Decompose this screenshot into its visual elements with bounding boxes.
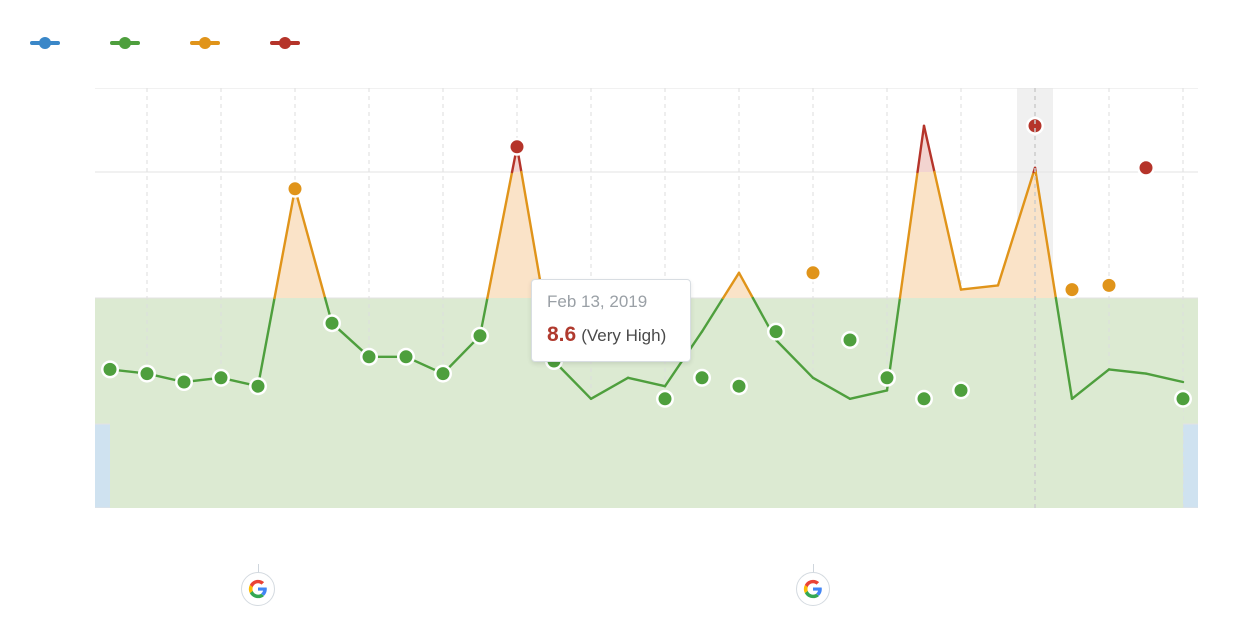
data-point[interactable] [1139,161,1153,175]
data-point[interactable] [1065,283,1079,297]
data-point[interactable] [103,362,117,376]
data-point[interactable] [1102,278,1116,292]
data-point[interactable] [769,325,783,339]
legend-marker-icon [110,35,140,51]
data-point[interactable] [917,392,931,406]
data-point[interactable] [362,350,376,364]
data-point[interactable] [843,333,857,347]
data-point[interactable] [1176,392,1190,406]
data-point-tooltip: Feb 13, 2019 8.6 (Very High) [531,279,691,362]
google-logo-icon [248,579,267,599]
data-point[interactable] [177,375,191,389]
legend-marker-icon [190,35,220,51]
legend-marker-icon [30,35,60,51]
google-update-icon[interactable] [796,572,830,606]
y-axis-band-labels [44,88,84,508]
data-point[interactable] [880,371,894,385]
data-point[interactable] [473,329,487,343]
data-point[interactable] [325,316,339,330]
data-point[interactable] [399,350,413,364]
y-band-label-low [44,424,84,508]
data-point[interactable] [510,140,524,154]
tooltip-value: 8.6 [547,323,577,346]
data-point[interactable] [436,367,450,381]
legend-item-normal[interactable] [110,35,150,51]
tooltip-level: (Very High) [581,326,667,345]
legend-item-very-high[interactable] [270,35,310,51]
x-axis-ticks [95,508,1198,564]
data-point[interactable] [251,379,265,393]
data-point[interactable] [658,392,672,406]
data-point[interactable] [288,182,302,196]
y-band-label-normal [44,298,84,424]
google-update-icon[interactable] [241,572,275,606]
data-point[interactable] [695,371,709,385]
chart-legend [30,26,350,60]
data-point[interactable] [954,383,968,397]
data-point[interactable] [806,266,820,280]
data-point[interactable] [214,371,228,385]
y-band-label-high [44,172,84,298]
legend-item-high[interactable] [190,35,230,51]
sensor-chart-widget: Feb 13, 2019 8.6 (Very High) [0,0,1250,622]
y-band-label-very-high [44,88,84,172]
tooltip-value-row: 8.6 (Very High) [547,323,675,347]
legend-item-low[interactable] [30,35,70,51]
google-logo-icon [803,579,822,599]
tooltip-date: Feb 13, 2019 [547,292,648,311]
data-point[interactable] [140,367,154,381]
data-point[interactable] [732,379,746,393]
legend-marker-icon [270,35,300,51]
